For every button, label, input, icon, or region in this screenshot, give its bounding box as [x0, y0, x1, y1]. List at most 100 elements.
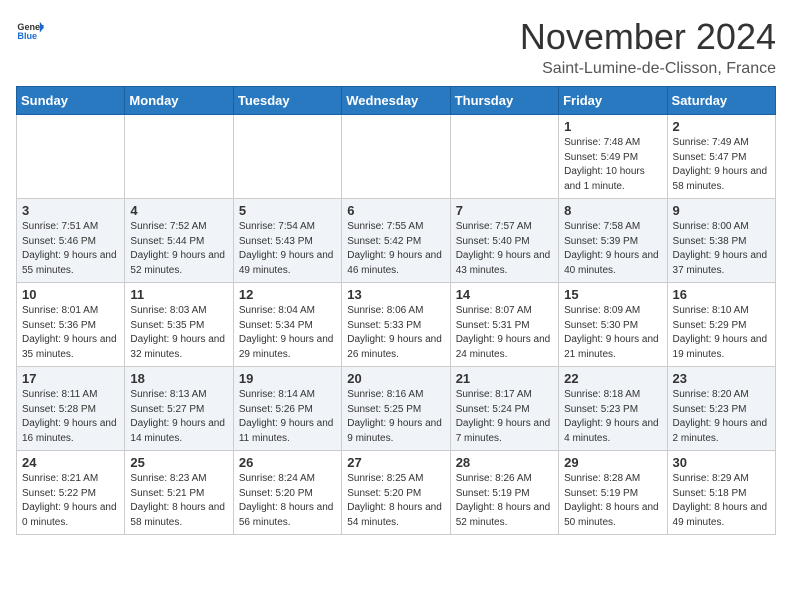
day-number: 15: [564, 287, 661, 302]
day-cell: 16 Sunrise: 8:10 AM Sunset: 5:29 PM Dayli…: [667, 283, 775, 367]
day-info: Sunrise: 8:00 AM Sunset: 5:38 PM Dayligh…: [673, 220, 770, 278]
weekday-header-sunday: Sunday: [17, 87, 125, 115]
calendar: SundayMondayTuesdayWednesdayThursdayFrid…: [16, 86, 776, 535]
day-cell: 10Sunrise: 8:01 AM Sunset: 5:36 PM Dayli…: [17, 283, 125, 367]
day-info: Sunrise: 8:16 AM Sunset: 5:25 PM Dayligh…: [347, 388, 444, 446]
day-cell: [450, 115, 558, 199]
day-cell: 30 Sunrise: 8:29 AM Sunset: 5:18 PM Dayli…: [667, 451, 775, 535]
day-info: Sunrise: 8:20 AM Sunset: 5:23 PM Dayligh…: [673, 388, 770, 446]
day-number: 8: [564, 203, 661, 218]
day-cell: 9 Sunrise: 8:00 AM Sunset: 5:38 PM Daylig…: [667, 199, 775, 283]
logo-icon: General Blue: [16, 16, 44, 44]
day-cell: 23 Sunrise: 8:20 AM Sunset: 5:23 PM Dayli…: [667, 367, 775, 451]
week-row-4: 17 Sunrise: 8:11 AM Sunset: 5:28 PM Dayli…: [17, 367, 776, 451]
day-info: Sunrise: 8:01 AM Sunset: 5:36 PM Dayligh…: [22, 304, 119, 362]
day-cell: 19Sunrise: 8:14 AM Sunset: 5:26 PM Dayli…: [233, 367, 341, 451]
page-header: General Blue November 2024 Saint-Lumine-…: [16, 16, 776, 78]
day-cell: 7Sunrise: 7:57 AM Sunset: 5:40 PM Daylig…: [450, 199, 558, 283]
day-cell: [17, 115, 125, 199]
day-cell: 14Sunrise: 8:07 AM Sunset: 5:31 PM Dayli…: [450, 283, 558, 367]
title-area: November 2024 Saint-Lumine-de-Clisson, F…: [520, 16, 776, 78]
day-cell: 27 Sunrise: 8:25 AM Sunset: 5:20 PM Dayli…: [342, 451, 450, 535]
day-number: 24: [22, 455, 119, 470]
day-cell: 20 Sunrise: 8:16 AM Sunset: 5:25 PM Dayli…: [342, 367, 450, 451]
day-cell: 12 Sunrise: 8:04 AM Sunset: 5:34 PM Dayli…: [233, 283, 341, 367]
day-info: Sunrise: 7:52 AM Sunset: 5:44 PM Dayligh…: [130, 220, 227, 278]
week-row-5: 24 Sunrise: 8:21 AM Sunset: 5:22 PM Dayli…: [17, 451, 776, 535]
day-cell: 6 Sunrise: 7:55 AM Sunset: 5:42 PM Daylig…: [342, 199, 450, 283]
day-cell: 3Sunrise: 7:51 AM Sunset: 5:46 PM Daylig…: [17, 199, 125, 283]
svg-text:Blue: Blue: [17, 31, 37, 41]
weekday-header-wednesday: Wednesday: [342, 87, 450, 115]
day-number: 17: [22, 371, 119, 386]
day-number: 20: [347, 371, 444, 386]
day-info: Sunrise: 7:48 AM Sunset: 5:49 PM Dayligh…: [564, 136, 661, 194]
day-info: Sunrise: 7:58 AM Sunset: 5:39 PM Dayligh…: [564, 220, 661, 278]
weekday-header-saturday: Saturday: [667, 87, 775, 115]
weekday-header-tuesday: Tuesday: [233, 87, 341, 115]
week-row-3: 10Sunrise: 8:01 AM Sunset: 5:36 PM Dayli…: [17, 283, 776, 367]
day-info: Sunrise: 8:25 AM Sunset: 5:20 PM Dayligh…: [347, 472, 444, 530]
day-number: 16: [673, 287, 770, 302]
weekday-header-thursday: Thursday: [450, 87, 558, 115]
day-number: 13: [347, 287, 444, 302]
day-info: Sunrise: 8:21 AM Sunset: 5:22 PM Dayligh…: [22, 472, 119, 530]
logo: General Blue: [16, 16, 44, 44]
day-cell: 2 Sunrise: 7:49 AM Sunset: 5:47 PM Daylig…: [667, 115, 775, 199]
day-info: Sunrise: 8:28 AM Sunset: 5:19 PM Dayligh…: [564, 472, 661, 530]
day-info: Sunrise: 8:14 AM Sunset: 5:26 PM Dayligh…: [239, 388, 336, 446]
day-number: 11: [130, 287, 227, 302]
day-cell: 1 Sunrise: 7:48 AM Sunset: 5:49 PM Daylig…: [559, 115, 667, 199]
day-number: 2: [673, 119, 770, 134]
day-info: Sunrise: 8:23 AM Sunset: 5:21 PM Dayligh…: [130, 472, 227, 530]
weekday-header-friday: Friday: [559, 87, 667, 115]
weekday-header-monday: Monday: [125, 87, 233, 115]
day-info: Sunrise: 7:54 AM Sunset: 5:43 PM Dayligh…: [239, 220, 336, 278]
day-cell: 26 Sunrise: 8:24 AM Sunset: 5:20 PM Dayli…: [233, 451, 341, 535]
day-number: 30: [673, 455, 770, 470]
day-cell: [342, 115, 450, 199]
day-number: 25: [130, 455, 227, 470]
day-number: 26: [239, 455, 336, 470]
day-number: 29: [564, 455, 661, 470]
day-cell: 18 Sunrise: 8:13 AM Sunset: 5:27 PM Dayli…: [125, 367, 233, 451]
day-info: Sunrise: 8:04 AM Sunset: 5:34 PM Dayligh…: [239, 304, 336, 362]
day-cell: 11 Sunrise: 8:03 AM Sunset: 5:35 PM Dayli…: [125, 283, 233, 367]
day-number: 1: [564, 119, 661, 134]
month-title: November 2024: [520, 16, 776, 58]
day-info: Sunrise: 8:10 AM Sunset: 5:29 PM Dayligh…: [673, 304, 770, 362]
day-number: 5: [239, 203, 336, 218]
day-number: 22: [564, 371, 661, 386]
day-number: 4: [130, 203, 227, 218]
day-number: 27: [347, 455, 444, 470]
day-cell: 28 Sunrise: 8:26 AM Sunset: 5:19 PM Dayli…: [450, 451, 558, 535]
day-info: Sunrise: 8:29 AM Sunset: 5:18 PM Dayligh…: [673, 472, 770, 530]
day-cell: 4 Sunrise: 7:52 AM Sunset: 5:44 PM Daylig…: [125, 199, 233, 283]
day-cell: 21Sunrise: 8:17 AM Sunset: 5:24 PM Dayli…: [450, 367, 558, 451]
day-cell: [125, 115, 233, 199]
day-info: Sunrise: 7:51 AM Sunset: 5:46 PM Dayligh…: [22, 220, 119, 278]
day-info: Sunrise: 8:13 AM Sunset: 5:27 PM Dayligh…: [130, 388, 227, 446]
day-number: 12: [239, 287, 336, 302]
day-info: Sunrise: 8:24 AM Sunset: 5:20 PM Dayligh…: [239, 472, 336, 530]
location-title: Saint-Lumine-de-Clisson, France: [520, 60, 776, 78]
day-number: 28: [456, 455, 553, 470]
day-cell: 17 Sunrise: 8:11 AM Sunset: 5:28 PM Dayli…: [17, 367, 125, 451]
day-number: 23: [673, 371, 770, 386]
day-info: Sunrise: 8:17 AM Sunset: 5:24 PM Dayligh…: [456, 388, 553, 446]
day-info: Sunrise: 8:06 AM Sunset: 5:33 PM Dayligh…: [347, 304, 444, 362]
day-info: Sunrise: 7:49 AM Sunset: 5:47 PM Dayligh…: [673, 136, 770, 194]
day-number: 18: [130, 371, 227, 386]
day-number: 7: [456, 203, 553, 218]
day-info: Sunrise: 8:11 AM Sunset: 5:28 PM Dayligh…: [22, 388, 119, 446]
day-number: 6: [347, 203, 444, 218]
day-number: 14: [456, 287, 553, 302]
day-cell: 29 Sunrise: 8:28 AM Sunset: 5:19 PM Dayli…: [559, 451, 667, 535]
day-info: Sunrise: 8:26 AM Sunset: 5:19 PM Dayligh…: [456, 472, 553, 530]
day-cell: 15Sunrise: 8:09 AM Sunset: 5:30 PM Dayli…: [559, 283, 667, 367]
day-info: Sunrise: 7:55 AM Sunset: 5:42 PM Dayligh…: [347, 220, 444, 278]
day-cell: 5 Sunrise: 7:54 AM Sunset: 5:43 PM Daylig…: [233, 199, 341, 283]
day-info: Sunrise: 8:03 AM Sunset: 5:35 PM Dayligh…: [130, 304, 227, 362]
day-cell: 24 Sunrise: 8:21 AM Sunset: 5:22 PM Dayli…: [17, 451, 125, 535]
day-number: 9: [673, 203, 770, 218]
